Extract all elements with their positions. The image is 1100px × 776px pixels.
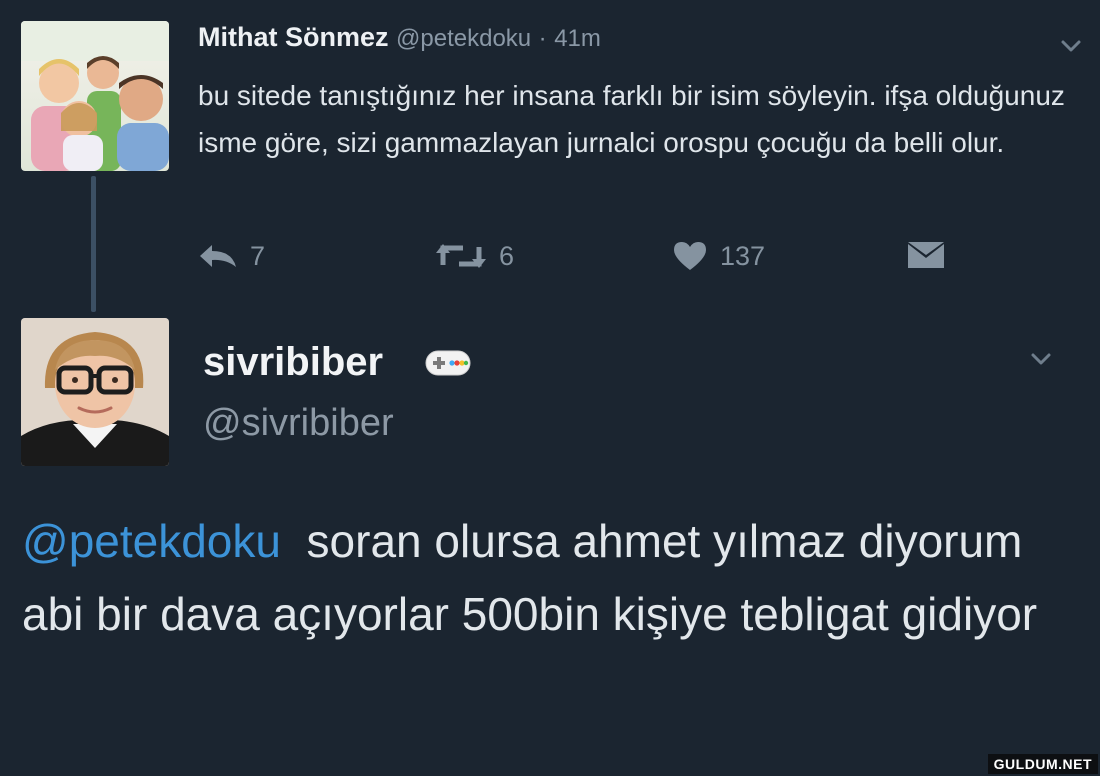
- tweet1-chevron-down-icon[interactable]: [1060, 35, 1082, 57]
- thread-connector-line: [91, 176, 96, 312]
- tweet2-author-handle[interactable]: @sivribiber: [203, 402, 394, 445]
- tweet1-author-name[interactable]: Mithat Sönmez: [198, 22, 389, 52]
- tweet2-mention-link[interactable]: @petekdoku: [22, 515, 281, 567]
- reply-icon: [200, 245, 236, 267]
- family-photo-image: [21, 21, 169, 171]
- tweet1-text: bu sitede tanıştığınız her insana farklı…: [198, 80, 1065, 158]
- tweet2-chevron-down-icon[interactable]: [1030, 348, 1052, 370]
- watermark: GULDUM.NET: [987, 754, 1098, 774]
- tweet1-author-handle[interactable]: @petekdoku: [396, 25, 531, 52]
- like-button[interactable]: 137: [672, 236, 765, 276]
- gamepad-icon: [425, 350, 471, 376]
- heart-icon: [674, 242, 706, 270]
- tweet2-author-name[interactable]: sivribiber: [203, 340, 383, 385]
- tweet1-separator-dot: ·: [538, 25, 547, 52]
- like-count: 137: [720, 240, 766, 271]
- envelope-icon: [908, 242, 944, 268]
- avatar-mithat-sonmez[interactable]: [21, 21, 169, 171]
- direct-message-button[interactable]: [906, 236, 946, 276]
- retweet-icon: [436, 244, 486, 268]
- avatar-sivribiber[interactable]: [21, 318, 169, 466]
- tweet1-header: Mithat Sönmez @petekdoku · 41m: [198, 22, 601, 53]
- retweet-button[interactable]: 6: [435, 236, 514, 276]
- retweet-count: 6: [499, 240, 515, 271]
- reply-button[interactable]: 7: [198, 236, 265, 276]
- reply-count: 7: [250, 240, 266, 271]
- tweet2-text: @petekdoku soran olursa ahmet yılmaz diy…: [22, 505, 1092, 651]
- tweet1-timestamp[interactable]: 41m: [554, 25, 601, 52]
- profile-photo-image: [21, 318, 169, 466]
